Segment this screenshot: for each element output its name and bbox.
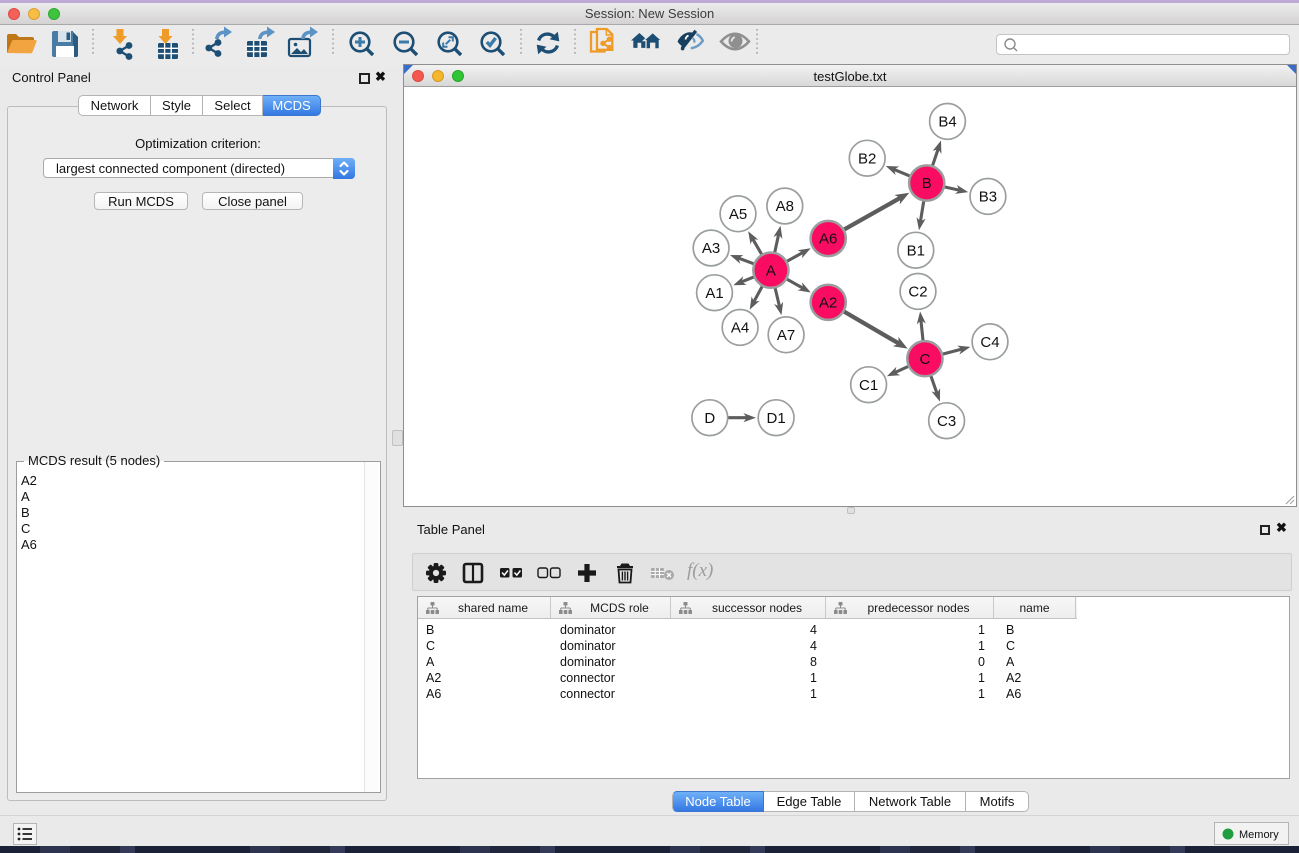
svg-text:D: D (704, 410, 715, 427)
svg-text:Memory: Memory (1239, 829, 1279, 841)
svg-text:B1: B1 (907, 242, 925, 259)
svg-text:A8: A8 (776, 198, 794, 215)
svg-text:C4: C4 (980, 334, 999, 351)
svg-text:A: A (766, 262, 776, 279)
svg-text:C3: C3 (937, 413, 956, 430)
svg-text:B3: B3 (979, 189, 997, 206)
svg-text:A6: A6 (819, 231, 837, 248)
svg-text:A5: A5 (729, 206, 747, 223)
svg-text:B2: B2 (858, 150, 876, 167)
svg-text:A1: A1 (705, 285, 723, 302)
svg-text:B: B (922, 175, 932, 192)
svg-text:A7: A7 (777, 327, 795, 344)
svg-text:A3: A3 (702, 240, 720, 257)
svg-text:C2: C2 (908, 284, 927, 301)
svg-text:B4: B4 (938, 114, 956, 131)
svg-text:A2: A2 (819, 295, 837, 312)
svg-text:A4: A4 (731, 320, 749, 337)
svg-text:C1: C1 (859, 377, 878, 394)
svg-text:C: C (919, 351, 930, 368)
svg-text:D1: D1 (767, 410, 786, 427)
